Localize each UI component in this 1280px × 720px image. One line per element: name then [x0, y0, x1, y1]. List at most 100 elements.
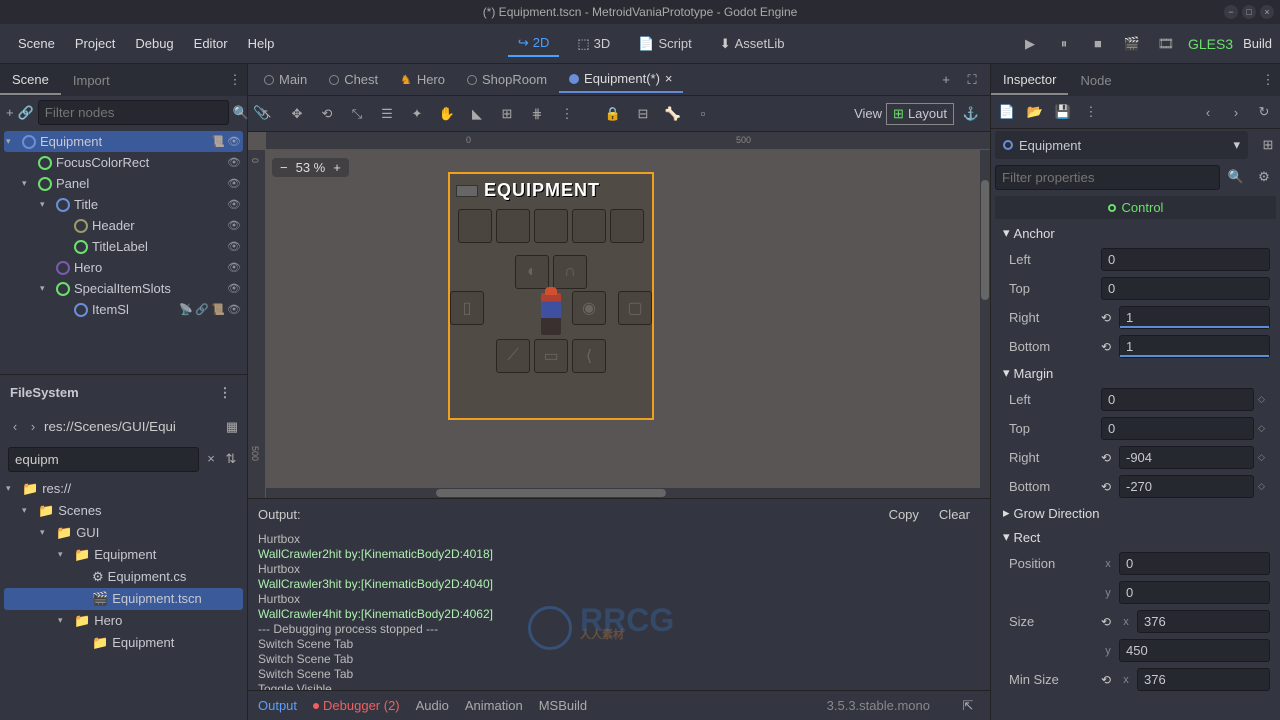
property-value[interactable]: 0 [1119, 552, 1270, 575]
tree-node[interactable]: ItemSl📡🔗📜👁 [4, 299, 243, 320]
weapon-slot[interactable]: ⟋ [496, 339, 530, 373]
inspector-object[interactable]: Equipment▾ [995, 131, 1248, 159]
dock-menu-icon[interactable]: ⋮ [223, 68, 247, 92]
insp-new-icon[interactable]: 📄 [995, 100, 1019, 124]
scene-canvas[interactable]: EQUIPMENT ◐∩ ◉ ▯▢ ⟋▭⟨ [448, 172, 654, 420]
fs-back-button[interactable]: ‹ [8, 415, 22, 439]
output-copy-button[interactable]: Copy [879, 503, 929, 526]
mode-2d[interactable]: ↪2D [508, 31, 560, 57]
renderer-label[interactable]: GLES3 [1188, 36, 1233, 52]
stop-button[interactable]: ■ [1086, 32, 1110, 56]
tab-scene[interactable]: Scene [0, 66, 61, 95]
tree-node[interactable]: TitleLabel👁 [4, 236, 243, 257]
menu-editor[interactable]: Editor [184, 30, 238, 57]
property-value[interactable]: 0 [1101, 388, 1254, 411]
more-icon[interactable]: ⋮ [554, 101, 580, 127]
fs-item[interactable]: ▾📁Equipment [4, 544, 243, 566]
ruler-tool-icon[interactable]: ◣ [464, 101, 490, 127]
vscroll-thumb[interactable] [981, 180, 989, 300]
skeleton-icon[interactable]: ▫ [690, 101, 716, 127]
property-value[interactable]: 1 [1119, 335, 1270, 358]
tab-debugger[interactable]: Debugger (2) [313, 698, 400, 713]
filesystem-tree[interactable]: ▾📁res://▾📁Scenes▾📁GUI▾📁Equipment⚙Equipme… [0, 476, 247, 720]
property-value[interactable]: 0 [1119, 581, 1270, 604]
filter-settings-icon[interactable]: ⚙ [1252, 165, 1276, 189]
tree-node[interactable]: ▾Equipment📜👁 [4, 131, 243, 152]
menu-scene[interactable]: Scene [8, 30, 65, 57]
tab-audio[interactable]: Audio [416, 698, 449, 713]
fs-item[interactable]: 📁Equipment [4, 632, 243, 654]
add-tab-button[interactable]: + [934, 68, 958, 92]
hscroll-thumb[interactable] [436, 489, 666, 497]
anchor-icon[interactable]: ⚓ [958, 101, 984, 127]
spinner-icon[interactable]: ◇ [1258, 452, 1270, 463]
insp-menu-icon[interactable]: ⋮ [1256, 68, 1280, 92]
distraction-free-icon[interactable]: ⛶ [960, 68, 984, 92]
doc-tab[interactable]: ♞Hero [390, 67, 455, 93]
tree-node[interactable]: Hero👁 [4, 257, 243, 278]
output-log[interactable]: RRCG人人素材 HurtboxWallCrawler2hit by:[Kine… [248, 530, 990, 690]
property-value[interactable]: -270 [1119, 475, 1254, 498]
fs-forward-button[interactable]: › [26, 415, 40, 439]
property-value[interactable]: 0 [1101, 277, 1270, 300]
fs-item[interactable]: ▾📁Hero [4, 610, 243, 632]
tree-node[interactable]: ▾SpecialItemSlots👁 [4, 278, 243, 299]
fs-item[interactable]: ⚙Equipment.cs [4, 566, 243, 588]
fs-menu-icon[interactable]: ⋮ [213, 381, 237, 405]
filter-search-icon[interactable]: 🔍 [1224, 165, 1248, 189]
list-tool-icon[interactable]: ☰ [374, 101, 400, 127]
tab-msbuild[interactable]: MSBuild [539, 698, 587, 713]
shield-slot[interactable]: ▯ [450, 291, 484, 325]
close-tab-icon[interactable]: × [665, 71, 673, 86]
fs-item[interactable]: ▾📁res:// [4, 478, 243, 500]
fs-item[interactable]: 🎬Equipment.tscn [4, 588, 243, 610]
tree-node[interactable]: Header👁 [4, 215, 243, 236]
reset-icon[interactable]: ⟲ [1101, 311, 1115, 325]
play-scene-button[interactable]: 🎬 [1120, 32, 1144, 56]
insp-fwd-icon[interactable]: › [1224, 100, 1248, 124]
fs-item[interactable]: ▾📁GUI [4, 522, 243, 544]
add-node-button[interactable]: + [6, 101, 14, 125]
maximize-button[interactable]: □ [1242, 5, 1256, 19]
grid-icon[interactable]: ⋕ [524, 101, 550, 127]
doc-tab[interactable]: Equipment(*)× [559, 66, 682, 93]
tree-node[interactable]: ▾Panel👁 [4, 173, 243, 194]
filter-nodes-input[interactable] [38, 100, 229, 125]
property-value[interactable]: 1 [1119, 306, 1270, 329]
doc-tab[interactable]: ShopRoom [457, 67, 557, 92]
item-slot[interactable] [610, 209, 644, 243]
property-value[interactable]: 0 [1101, 417, 1254, 440]
tab-import[interactable]: Import [61, 67, 122, 94]
inspector-class[interactable]: Control [995, 196, 1276, 219]
bow-slot[interactable]: ⟨ [572, 339, 606, 373]
insp-back-icon[interactable]: ‹ [1196, 100, 1220, 124]
tree-node[interactable]: FocusColorRect👁 [4, 152, 243, 173]
reset-icon[interactable]: ⟲ [1101, 615, 1115, 629]
zoom-level[interactable]: 53 % [296, 160, 326, 175]
property-value[interactable]: 376 [1137, 610, 1270, 633]
spinner-icon[interactable]: ◇ [1258, 423, 1270, 434]
lock-icon[interactable]: 🔒 [600, 101, 626, 127]
reset-icon[interactable]: ⟲ [1101, 340, 1115, 354]
filter-properties-input[interactable] [995, 165, 1220, 190]
build-button[interactable]: Build [1243, 36, 1272, 51]
ring-slot[interactable]: ◐ [515, 255, 549, 289]
helm-slot[interactable]: ∩ [553, 255, 587, 289]
close-button[interactable]: × [1260, 5, 1274, 19]
spinner-icon[interactable]: ◇ [1258, 394, 1270, 405]
property-value[interactable]: 450 [1119, 639, 1270, 662]
play-custom-button[interactable]: 🎞 [1154, 32, 1178, 56]
property-value[interactable]: 376 [1137, 668, 1270, 691]
group-icon[interactable]: ⊟ [630, 101, 656, 127]
property-value[interactable]: 0 [1101, 248, 1270, 271]
item-slot[interactable] [534, 209, 568, 243]
move-tool-icon[interactable]: ✥ [284, 101, 310, 127]
boots-slot[interactable]: ▭ [534, 339, 568, 373]
scale-tool-icon[interactable]: ⤡ [344, 101, 370, 127]
search-icon[interactable]: 🔍 [233, 101, 249, 125]
zoom-in-button[interactable]: + [333, 160, 341, 175]
insp-extra-icon[interactable]: ⊞ [1256, 133, 1280, 157]
view-menu[interactable]: View [854, 106, 882, 121]
tree-node[interactable]: ▾Title👁 [4, 194, 243, 215]
item-slot[interactable] [458, 209, 492, 243]
